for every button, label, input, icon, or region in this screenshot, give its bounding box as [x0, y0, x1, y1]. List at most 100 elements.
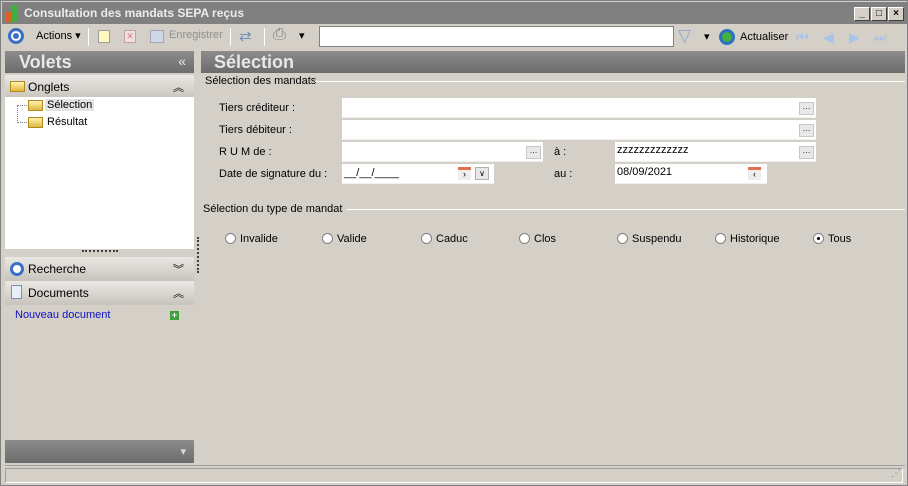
delete-icon[interactable]: ✕	[124, 30, 136, 43]
chevron-down-icon[interactable]: ▾	[180, 445, 186, 458]
maximize-button[interactable]: □	[871, 7, 887, 21]
refresh-icon[interactable]	[719, 29, 735, 45]
radio-label[interactable]: Invalide	[240, 233, 278, 245]
divider	[346, 209, 905, 210]
add-icon[interactable]: +	[170, 311, 179, 320]
separator	[230, 28, 231, 46]
save-button[interactable]: Enregistrer	[169, 29, 223, 41]
search-input[interactable]	[319, 26, 674, 47]
tiers-crediteur-label: Tiers créditeur :	[219, 102, 296, 114]
documents-group-header[interactable]: Documents ︽	[5, 281, 194, 305]
chevron-down-icon[interactable]: ︾	[173, 261, 184, 277]
browse-button[interactable]: …	[799, 102, 814, 115]
tree-item-resultat[interactable]: Résultat	[47, 116, 87, 128]
actions-icon	[8, 28, 24, 44]
actions-label: Actions	[36, 30, 73, 42]
radio-label[interactable]: Suspendu	[632, 233, 682, 245]
onglets-tree: Sélection Résultat	[5, 97, 194, 249]
app-logo-icon	[6, 5, 22, 22]
date-au-field[interactable]: 08/09/2021 ‹	[615, 164, 767, 184]
filter-dropdown-icon[interactable]: ▾	[704, 30, 710, 43]
browse-button[interactable]: …	[526, 146, 541, 159]
date-du-field[interactable]: __/__/____ › ∨	[342, 164, 494, 184]
radio-historique[interactable]	[715, 233, 726, 244]
close-button[interactable]: ×	[888, 7, 904, 21]
side-panel: Onglets ︽ Sélection Résultat Recherche ︾…	[5, 73, 194, 463]
tiers-crediteur-field[interactable]: …	[342, 98, 816, 118]
resize-grip-icon[interactable]: ⋰	[891, 468, 901, 479]
panel-resize-handle[interactable]	[197, 237, 199, 273]
rum-a-label: à :	[554, 146, 567, 158]
splitter-handle[interactable]	[82, 250, 118, 252]
actions-menu[interactable]: Actions ▾	[36, 29, 81, 42]
radio-label[interactable]: Historique	[730, 233, 780, 245]
chevron-up-icon[interactable]: ︽	[173, 285, 184, 301]
section-selection-mandats: Sélection des mandats	[205, 75, 317, 87]
radio-tous[interactable]	[813, 233, 824, 244]
tiers-debiteur-label: Tiers débiteur :	[219, 124, 292, 136]
browse-button[interactable]: …	[799, 146, 814, 159]
radio-label[interactable]: Clos	[534, 233, 556, 245]
page-title: Sélection	[214, 52, 295, 72]
print-icon[interactable]: ⎙	[273, 26, 286, 44]
tree-item-selection[interactable]: Sélection	[45, 99, 95, 111]
radio-label[interactable]: Tous	[828, 233, 851, 245]
radio-label[interactable]: Caduc	[436, 233, 468, 245]
open-folder-icon	[28, 100, 43, 111]
documents-label: Documents	[28, 286, 89, 300]
radio-caduc[interactable]	[421, 233, 432, 244]
section-type-mandat: Sélection du type de mandat	[203, 203, 343, 215]
save-icon[interactable]	[150, 30, 164, 43]
browse-button[interactable]: …	[799, 124, 814, 137]
first-icon[interactable]: ⏮	[796, 29, 809, 46]
minimize-button[interactable]: _	[854, 7, 870, 21]
date-du-label: Date de signature du :	[219, 168, 328, 180]
recherche-label: Recherche	[28, 262, 87, 276]
date-au-value: 08/09/2021	[617, 166, 673, 178]
print-dropdown-icon[interactable]: ▾	[299, 29, 305, 42]
status-bar: ⋰	[5, 465, 905, 483]
folder-icon	[10, 81, 25, 92]
next-icon[interactable]: ▶	[849, 29, 860, 46]
last-icon[interactable]: ⏭	[874, 29, 887, 46]
panel-footer: ▾	[5, 440, 194, 463]
rum-a-field[interactable]: zzzzzzzzzzzzz …	[615, 142, 816, 162]
new-document-link[interactable]: Nouveau document	[15, 309, 110, 321]
date-au-label: au :	[554, 168, 573, 180]
folder-icon	[28, 117, 43, 128]
calendar-icon[interactable]: ‹	[748, 167, 761, 180]
filter-icon[interactable]: ▽	[678, 26, 691, 46]
onglets-label: Onglets	[28, 80, 70, 94]
refresh-button[interactable]: Actualiser	[740, 31, 788, 43]
separator	[88, 28, 89, 46]
radio-valide[interactable]	[322, 233, 333, 244]
divider	[315, 81, 905, 82]
sync-icon[interactable]: ⇄	[239, 27, 252, 45]
radio-invalide[interactable]	[225, 233, 236, 244]
window: Consultation des mandats SEPA reçus _ □ …	[0, 0, 908, 486]
window-title: Consultation des mandats SEPA reçus	[24, 6, 245, 20]
main-header: Sélection	[201, 51, 905, 73]
separator	[264, 28, 265, 46]
document-icon	[11, 285, 22, 299]
search-panel-icon	[10, 262, 24, 276]
new-icon[interactable]	[98, 30, 110, 43]
title-bar: Consultation des mandats SEPA reçus _ □ …	[2, 2, 907, 24]
calendar-icon[interactable]: ›	[458, 167, 471, 180]
volets-title: Volets	[19, 52, 72, 72]
rum-de-label: R U M de :	[219, 146, 272, 158]
rum-de-field[interactable]: …	[342, 142, 543, 162]
radio-suspendu[interactable]	[617, 233, 628, 244]
radio-clos[interactable]	[519, 233, 530, 244]
tiers-debiteur-field[interactable]: …	[342, 120, 816, 140]
date-du-value: __/__/____	[344, 167, 400, 179]
onglets-group-header[interactable]: Onglets ︽	[5, 75, 194, 99]
previous-icon[interactable]: ◀	[823, 29, 834, 46]
recherche-group-header[interactable]: Recherche ︾	[5, 257, 194, 281]
rum-a-value: zzzzzzzzzzzzz	[617, 144, 689, 156]
chevron-down-icon[interactable]: ∨	[475, 167, 489, 180]
collapse-panel-button[interactable]: «	[178, 53, 186, 69]
radio-label[interactable]: Valide	[337, 233, 367, 245]
volets-header: Volets «	[5, 51, 194, 73]
chevron-up-icon[interactable]: ︽	[173, 79, 184, 95]
